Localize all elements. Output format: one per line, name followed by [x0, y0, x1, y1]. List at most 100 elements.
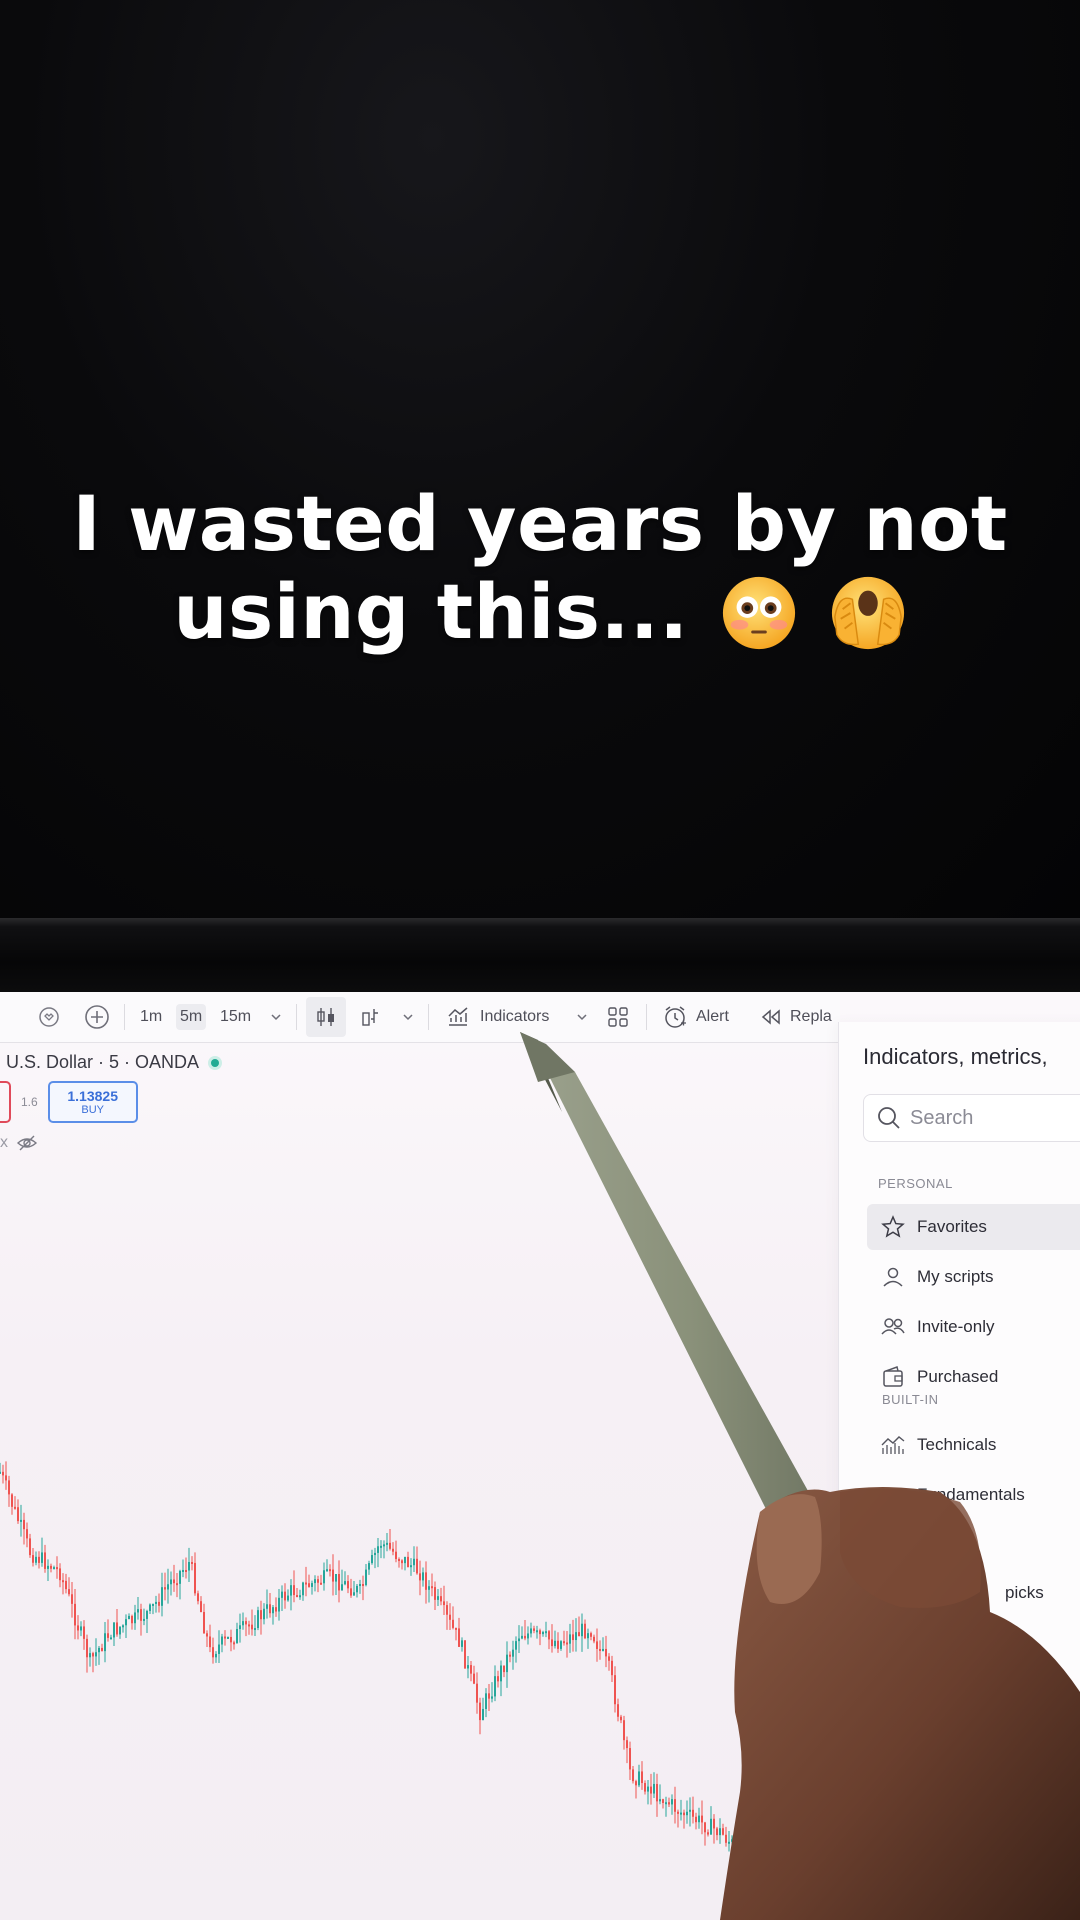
candle-body [464, 1640, 466, 1669]
star-icon [879, 1213, 907, 1241]
replay-button[interactable]: Repla [760, 992, 832, 1042]
candle-body [125, 1619, 127, 1626]
candle-body [71, 1594, 73, 1604]
candle-body [704, 1822, 706, 1833]
candle-body [77, 1625, 79, 1631]
candle-body [485, 1693, 487, 1709]
indicators-dropdown-chevron-icon[interactable] [576, 992, 588, 1042]
candle-body [173, 1579, 175, 1584]
chart-type-dropdown-chevron-icon[interactable] [402, 992, 414, 1042]
candle-body [140, 1609, 142, 1621]
alert-button[interactable]: Alert [662, 992, 729, 1042]
interval-dropdown-chevron-icon[interactable] [270, 992, 282, 1042]
interval-1m[interactable]: 1m [140, 992, 162, 1042]
candle-body [0, 1471, 1, 1474]
candlestick-chart[interactable] [0, 1292, 840, 1920]
search-input[interactable] [910, 1106, 1080, 1130]
candle-body [188, 1561, 190, 1571]
heart-plus-icon[interactable] [38, 992, 60, 1042]
candle-body [731, 1839, 733, 1842]
panel-item-invite-only[interactable]: Invite-only [867, 1304, 1080, 1350]
interval-15m[interactable]: 15m [220, 992, 251, 1042]
candle-body [221, 1636, 223, 1645]
candle-body [41, 1552, 43, 1563]
legend-x-text: x [0, 1134, 8, 1151]
video-frame: I wasted years by not using this... 1m 5… [0, 0, 1080, 1920]
candle-body [95, 1652, 97, 1657]
panel-item-label: Fundamentals [917, 1485, 1025, 1504]
candle-body [392, 1548, 394, 1552]
candle-body [614, 1675, 616, 1705]
candle-body [86, 1638, 88, 1658]
candle-body [212, 1647, 214, 1658]
buy-button[interactable]: 1.13825 BUY [47, 1081, 138, 1123]
candle-body [608, 1656, 610, 1661]
candle-body [206, 1633, 208, 1637]
candle-body [284, 1591, 286, 1601]
candle-body [437, 1596, 439, 1600]
candle-body [569, 1634, 571, 1644]
indicators-label: Indicators [480, 1008, 550, 1025]
panel-item-my-scripts[interactable]: My scripts [867, 1254, 1080, 1300]
candle-body [335, 1574, 337, 1582]
candle-body [314, 1579, 316, 1584]
panel-item-picks[interactable]: picks [867, 1570, 1080, 1616]
interval-5m[interactable]: 5m [176, 992, 207, 1042]
panel-item-technicals[interactable]: Technicals [867, 1422, 1080, 1468]
candle-body [656, 1783, 658, 1802]
add-symbol-icon[interactable] [84, 992, 110, 1042]
candle-body [623, 1720, 625, 1741]
candle-body [83, 1626, 85, 1639]
dark-background [0, 0, 1080, 920]
sell-button[interactable] [0, 1081, 11, 1123]
candle-body [305, 1582, 307, 1585]
hide-eye-icon[interactable] [16, 1134, 38, 1152]
candle-body [587, 1633, 589, 1639]
device-bezel [0, 918, 1080, 992]
candle-body [209, 1636, 211, 1648]
candle-body [20, 1519, 22, 1522]
candle-body [272, 1607, 274, 1614]
candle-body [677, 1811, 679, 1814]
candle-body [29, 1538, 31, 1556]
candle-body [494, 1676, 496, 1697]
wallet-icon [879, 1363, 907, 1391]
order-panel: 1.6 1.13825 BUY [0, 1081, 138, 1123]
layouts-grid-icon[interactable] [606, 992, 630, 1042]
candle-body [581, 1623, 583, 1637]
candle-body [254, 1628, 256, 1631]
candle-body [410, 1565, 412, 1568]
trading-screen: 1m 5m 15m Indicators Alert Repla U.S. Do… [0, 992, 1080, 1920]
candle-body [443, 1601, 445, 1606]
candle-body [239, 1625, 241, 1630]
candle-body [716, 1828, 718, 1836]
candle-body [431, 1586, 433, 1589]
candle-body [251, 1624, 253, 1630]
candle-body [527, 1633, 529, 1639]
candle-body [224, 1636, 226, 1639]
candle-body [416, 1558, 418, 1574]
panel-item-fundamentals[interactable]: Fundamentals [867, 1472, 1080, 1518]
candle-body [596, 1641, 598, 1649]
candle-body [74, 1603, 76, 1626]
candle-body [395, 1551, 397, 1560]
candle-body [509, 1654, 511, 1657]
candle-body [632, 1769, 634, 1782]
candle-body [326, 1569, 328, 1572]
market-open-status-dot [211, 1058, 220, 1067]
panel-item-favorites[interactable]: Favorites [867, 1204, 1080, 1250]
candle-body [104, 1633, 106, 1652]
candle-body [266, 1604, 268, 1609]
candle-body [479, 1702, 481, 1721]
symbol-header: U.S. Dollar · 5 · OANDA [6, 1052, 220, 1073]
indicators-button[interactable]: Indicators [446, 992, 549, 1042]
candle-body [158, 1601, 160, 1606]
candles-chart-type-icon[interactable] [306, 997, 346, 1037]
candle-body [137, 1609, 139, 1613]
candle-body [146, 1610, 148, 1619]
candle-body [35, 1556, 37, 1563]
candle-body [524, 1635, 526, 1639]
bar-style-icon[interactable] [360, 992, 382, 1042]
candle-body [605, 1648, 607, 1657]
candle-body [662, 1799, 664, 1803]
